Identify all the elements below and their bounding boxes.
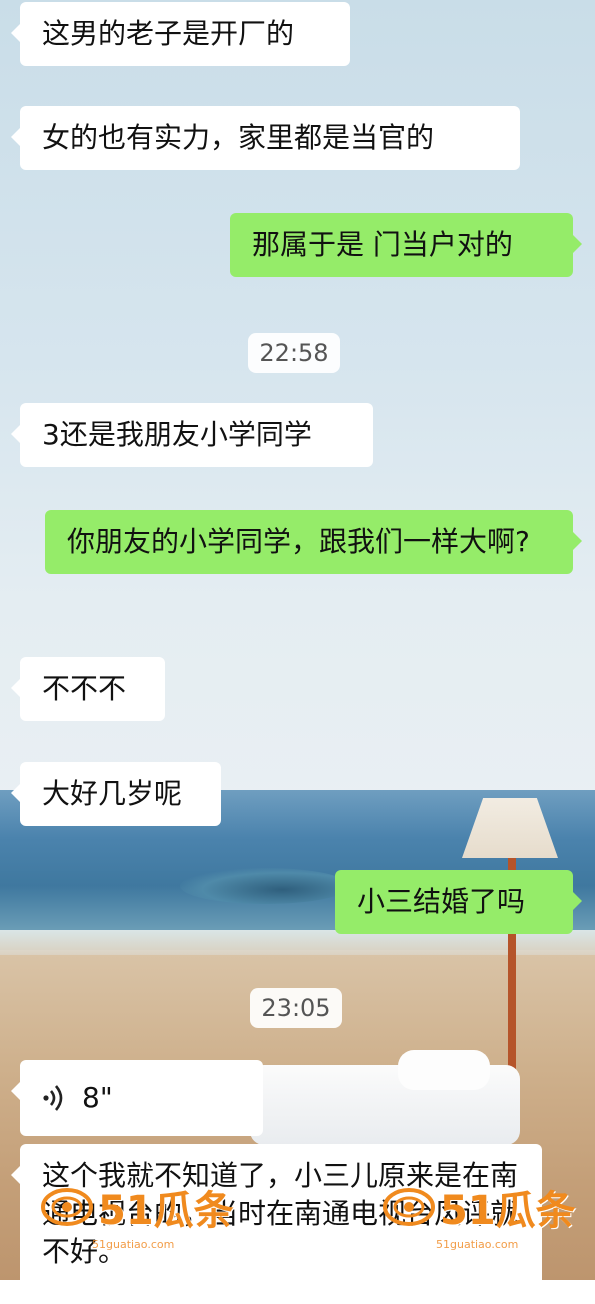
message-incoming[interactable]: 大好几岁呢 (11, 762, 221, 826)
message-incoming[interactable]: 这男的老子是开厂的 (11, 2, 350, 66)
timestamp: 23:05 (250, 988, 342, 1028)
message-incoming[interactable]: 女的也有实力，家里都是当官的 (11, 106, 520, 170)
watermark-text: 51瓜条 (440, 1188, 576, 1234)
watermark-logo: 51瓜条 (40, 1178, 234, 1236)
watermark-subtext: 51guatiao.com (436, 1238, 519, 1251)
watermark-icon (383, 1188, 435, 1226)
message-incoming[interactable]: 3还是我朋友小学同学 (11, 403, 373, 467)
voice-duration: 8" (82, 1081, 113, 1114)
message-incoming[interactable]: 不不不 (11, 657, 165, 721)
message-outgoing[interactable]: 小三结婚了吗 (335, 870, 582, 934)
watermark-logo: 51瓜条 (382, 1178, 576, 1236)
chat-area: 这男的老子是开厂的 女的也有实力，家里都是当官的 那属于是 门当户对的 22:5… (0, 0, 595, 1304)
watermark-subtext: 51guatiao.com (92, 1238, 175, 1251)
message-outgoing[interactable]: 你朋友的小学同学，跟我们一样大啊? (45, 510, 582, 574)
voice-message[interactable]: 8" (11, 1060, 263, 1136)
timestamp: 22:58 (248, 333, 340, 373)
watermark-icon (41, 1188, 93, 1226)
message-outgoing[interactable]: 那属于是 门当户对的 (230, 213, 582, 277)
watermark-text: 51瓜条 (98, 1188, 234, 1234)
voice-wave-icon (43, 1085, 63, 1111)
